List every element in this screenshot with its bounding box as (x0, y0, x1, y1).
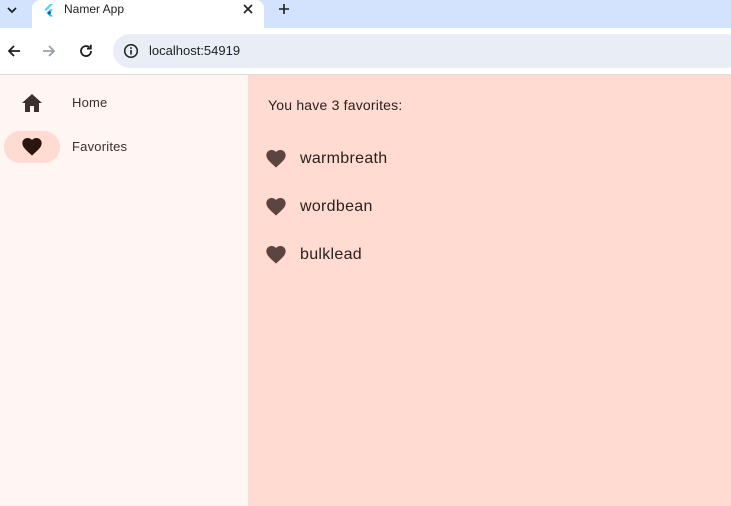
heart-icon (20, 135, 44, 159)
rail-item-home[interactable]: Home (0, 85, 248, 125)
heart-icon (264, 195, 288, 219)
close-tab-icon[interactable] (238, 0, 258, 18)
favorites-page: You have 3 favorites: warmbreath wordbea… (248, 75, 731, 506)
tab-title: Namer App (64, 2, 125, 16)
rail-label-favorites: Favorites (72, 139, 128, 154)
reload-icon[interactable] (74, 39, 98, 63)
list-item[interactable]: warmbreath (248, 135, 731, 183)
tab-search-chevron-icon[interactable] (0, 0, 24, 20)
browser-tab[interactable]: Namer App (32, 0, 264, 28)
tab-strip: Namer App (0, 0, 731, 28)
rail-item-favorites[interactable]: Favorites (0, 129, 248, 169)
home-icon (20, 91, 44, 115)
new-tab-icon[interactable] (272, 0, 296, 18)
favorite-word: warmbreath (300, 150, 388, 167)
list-item[interactable]: bulklead (248, 231, 731, 279)
browser-toolbar: localhost:54919 (0, 28, 731, 74)
heart-icon (264, 243, 288, 267)
flutter-logo-icon (42, 3, 56, 17)
list-item[interactable]: wordbean (248, 183, 731, 231)
heart-icon (264, 147, 288, 171)
rail-label-home: Home (72, 95, 108, 110)
forward-arrow-icon[interactable] (37, 39, 61, 63)
back-arrow-icon[interactable] (2, 39, 26, 63)
navigation-rail: Home Favorites (0, 75, 248, 506)
site-info-icon[interactable] (119, 39, 143, 63)
url-text[interactable]: localhost:54919 (149, 43, 240, 59)
favorites-count-text: You have 3 favorites: (268, 97, 403, 113)
favorite-word: wordbean (300, 198, 373, 215)
address-bar[interactable]: localhost:54919 (113, 34, 731, 68)
favorite-word: bulklead (300, 246, 363, 263)
namer-app: Home Favorites You have 3 favorites: war… (0, 75, 731, 506)
